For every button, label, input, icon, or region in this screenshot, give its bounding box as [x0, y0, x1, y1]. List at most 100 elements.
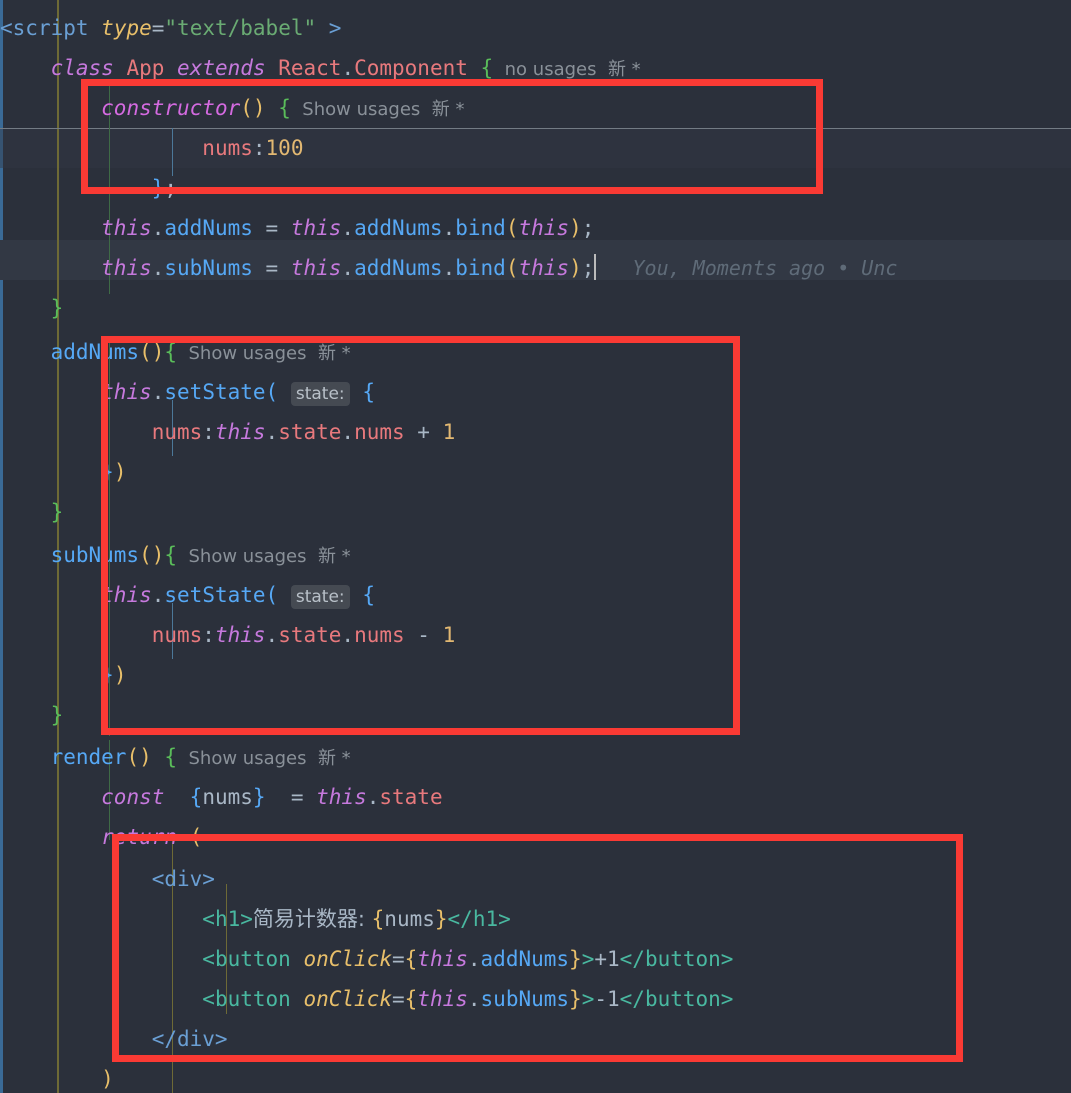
token-paren: ) — [139, 745, 152, 769]
token-paren: ) — [113, 460, 127, 484]
token-paren: ( — [240, 96, 253, 120]
code-line[interactable]: class App extends React.Component { no u… — [0, 48, 1071, 88]
code-editor[interactable]: <script type="text/babel" > class App ex… — [0, 0, 1071, 1093]
token-tag: <div> — [151, 867, 215, 891]
code-vision-author-marker[interactable]: 新 * — [318, 546, 351, 567]
code-line[interactable]: nums:100 — [0, 128, 1071, 168]
token-punc: . — [366, 785, 380, 809]
token-punc: . — [341, 420, 355, 444]
token-punc: ; — [581, 216, 595, 240]
code-line[interactable]: nums:this.state.nums - 1 — [0, 615, 1071, 655]
code-vision-usages-link[interactable]: Show usages — [177, 343, 318, 364]
code-line[interactable]: }) — [0, 655, 1071, 695]
code-line[interactable]: } — [0, 492, 1071, 532]
parameter-name-hint[interactable]: state: — [290, 382, 350, 406]
token-punc: . — [151, 216, 165, 240]
code-vision-usages-link[interactable]: Show usages — [291, 99, 432, 120]
token-pinkpur: this — [214, 420, 266, 444]
token-tag: script — [12, 16, 89, 40]
code-line[interactable]: }; — [0, 168, 1071, 208]
code-line[interactable]: this.setState( state: { — [0, 372, 1071, 412]
token-brace-b: } — [101, 460, 114, 484]
token-brace-b: { — [362, 583, 375, 607]
token-str: "text/babel" — [164, 16, 317, 40]
code-vision-usages-link[interactable]: no usages — [493, 59, 608, 80]
token-jsxtag: > — [581, 947, 595, 971]
token-cjk: 简易计数器: — [252, 907, 372, 931]
code-line-text: this.addNums = this.addNums.bind(this); — [0, 208, 594, 248]
token-paren: ) — [151, 543, 165, 567]
code-line[interactable]: this.subNums = this.addNums.bind(this); … — [0, 248, 1071, 288]
code-vision-usages-link[interactable]: Show usages — [177, 546, 318, 567]
code-line[interactable]: return ( — [0, 817, 1071, 857]
code-line[interactable]: render() { Show usages 新 * — [0, 737, 1071, 777]
token-paren: ) — [569, 216, 582, 240]
token-brace-b: } — [151, 176, 165, 200]
code-line-text: } — [0, 695, 64, 735]
token-pinkpur: const — [101, 785, 165, 809]
token-pinkpur: this — [316, 785, 367, 809]
code-line[interactable]: ) — [0, 1059, 1071, 1093]
code-line[interactable]: }) — [0, 452, 1071, 492]
code-line-text: addNums(){ Show usages 新 * — [0, 332, 351, 374]
code-line[interactable]: } — [0, 288, 1071, 328]
token-jsxtag: > — [581, 987, 595, 1011]
code-vision-usages-link[interactable]: Show usages — [177, 748, 318, 769]
code-line[interactable]: <button onClick={this.addNums}>+1</butto… — [0, 939, 1071, 979]
token-fn: render — [50, 745, 127, 769]
code-line-text: </div> — [0, 1019, 228, 1059]
code-line[interactable]: addNums(){ Show usages 新 * — [0, 332, 1071, 372]
code-line[interactable]: } — [0, 695, 1071, 735]
code-line[interactable]: this.setState( state: { — [0, 575, 1071, 615]
token-fn: subNums — [50, 543, 140, 567]
token-paren: ) — [113, 663, 127, 687]
token-plain: - — [404, 623, 443, 647]
token-prop: nums — [354, 623, 405, 647]
parameter-name-hint[interactable]: state: — [290, 585, 350, 609]
code-line[interactable]: <script type="text/babel" > — [0, 8, 1071, 48]
code-vision-author-marker[interactable]: 新 * — [608, 59, 641, 80]
inline-blame-annotation[interactable]: You, Moments ago • Unc — [596, 256, 897, 280]
token-paren: { — [371, 907, 385, 931]
token-num: 1 — [442, 623, 456, 647]
code-line-text: return ( — [0, 817, 202, 857]
code-line[interactable]: nums:this.state.nums + 1 — [0, 412, 1071, 452]
token-prop: state — [278, 623, 342, 647]
code-vision-author-marker[interactable]: 新 * — [318, 343, 351, 364]
token-brace-g: { — [278, 96, 291, 120]
code-line[interactable]: this.addNums = this.addNums.bind(this); — [0, 208, 1071, 248]
token-brace-g: } — [50, 296, 64, 320]
code-line[interactable]: <div> — [0, 859, 1071, 899]
code-line-text: this.setState( state: { — [0, 372, 375, 414]
code-line[interactable]: const {nums} = this.state — [0, 777, 1071, 817]
code-line[interactable]: <button onClick={this.subNums}>-1</butto… — [0, 979, 1071, 1019]
code-line-text: <button onClick={this.subNums}>-1</butto… — [0, 979, 733, 1019]
token-fn: subNums — [480, 987, 570, 1011]
token-punc: . — [151, 256, 165, 280]
token-punc: . — [442, 216, 456, 240]
code-line[interactable]: <h1>简易计数器: {nums}</h1> — [0, 899, 1071, 939]
token-jsxtag: <button — [202, 987, 291, 1011]
token-tag: > — [328, 16, 342, 40]
token-pinkpur: this — [417, 947, 468, 971]
code-line[interactable]: constructor() { Show usages 新 * — [0, 88, 1071, 128]
token-plain: -1 — [594, 987, 620, 1011]
token-fn: addNums — [164, 216, 253, 240]
code-vision-author-marker[interactable]: 新 * — [432, 99, 465, 120]
code-vision-author-marker[interactable]: 新 * — [318, 748, 351, 769]
code-line[interactable]: subNums(){ Show usages 新 * — [0, 535, 1071, 575]
token-brace-g: { — [164, 745, 178, 769]
token-fn: addNums — [480, 947, 570, 971]
token-punc: = — [391, 947, 405, 971]
code-line[interactable]: </div> — [0, 1019, 1071, 1059]
token-brace-b: } — [252, 785, 266, 809]
token-pinkpur: this — [290, 216, 342, 240]
token-prop: nums — [151, 623, 203, 647]
token-pinkpur: this — [101, 256, 152, 280]
